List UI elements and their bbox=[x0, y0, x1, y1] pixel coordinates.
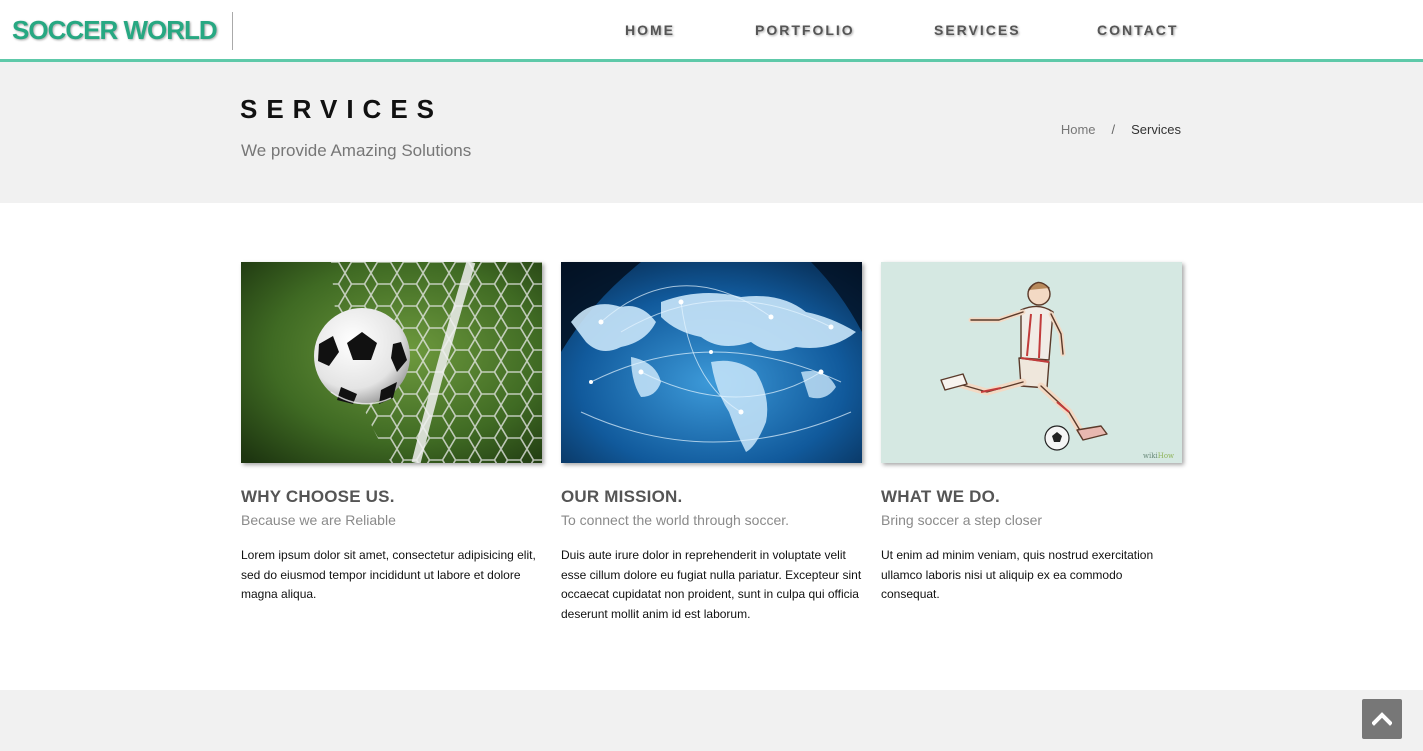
service-title: OUR MISSION. bbox=[561, 487, 683, 506]
page-subtitle: We provide Amazing Solutions bbox=[241, 141, 472, 160]
nav-contact[interactable]: CONTACT bbox=[1097, 22, 1178, 38]
breadcrumb-home[interactable]: Home bbox=[1061, 122, 1096, 137]
services-section: WHY CHOOSE US. Because we are Reliable L… bbox=[241, 262, 1183, 662]
main-nav: HOME PORTFOLIO SERVICES CONTACT bbox=[0, 22, 1423, 42]
service-subtitle: Because we are Reliable bbox=[241, 512, 396, 528]
page-banner: SERVICES We provide Amazing Solutions Ho… bbox=[0, 62, 1423, 203]
svg-text:wikiHow: wikiHow bbox=[1143, 452, 1174, 460]
service-title: WHY CHOOSE US. bbox=[241, 487, 395, 506]
breadcrumb: Home / Services bbox=[1061, 122, 1181, 137]
service-card-why-choose-us: WHY CHOOSE US. Because we are Reliable L… bbox=[241, 262, 542, 605]
service-description: Lorem ipsum dolor sit amet, consectetur … bbox=[241, 548, 536, 601]
page-title: SERVICES bbox=[240, 94, 444, 124]
soccer-player-kicking-image: wikiHow bbox=[881, 262, 1182, 463]
service-card-what-we-do: wikiHow WHAT WE DO. Bring soccer a step … bbox=[881, 262, 1182, 605]
world-network-globe-image bbox=[561, 262, 862, 463]
page-footer bbox=[0, 690, 1423, 751]
scroll-to-top-button[interactable] bbox=[1362, 699, 1402, 739]
chevron-up-icon bbox=[1372, 712, 1392, 726]
service-title: WHAT WE DO. bbox=[881, 487, 1000, 506]
soccer-ball-in-net-image bbox=[241, 262, 542, 463]
nav-portfolio[interactable]: PORTFOLIO bbox=[755, 22, 855, 38]
nav-services[interactable]: SERVICES bbox=[934, 22, 1021, 38]
service-description: Duis aute irure dolor in reprehenderit i… bbox=[561, 548, 862, 621]
service-card-our-mission: OUR MISSION. To connect the world throug… bbox=[561, 262, 862, 624]
service-subtitle: Bring soccer a step closer bbox=[881, 512, 1043, 528]
nav-home[interactable]: HOME bbox=[625, 22, 675, 38]
service-subtitle: To connect the world through soccer. bbox=[561, 512, 790, 528]
breadcrumb-current: Services bbox=[1131, 122, 1181, 137]
service-description: Ut enim ad minim veniam, quis nostrud ex… bbox=[881, 548, 1154, 601]
breadcrumb-separator: / bbox=[1111, 122, 1116, 137]
site-header: SOCCER WORLD HOME PORTFOLIO SERVICES CON… bbox=[0, 0, 1423, 62]
